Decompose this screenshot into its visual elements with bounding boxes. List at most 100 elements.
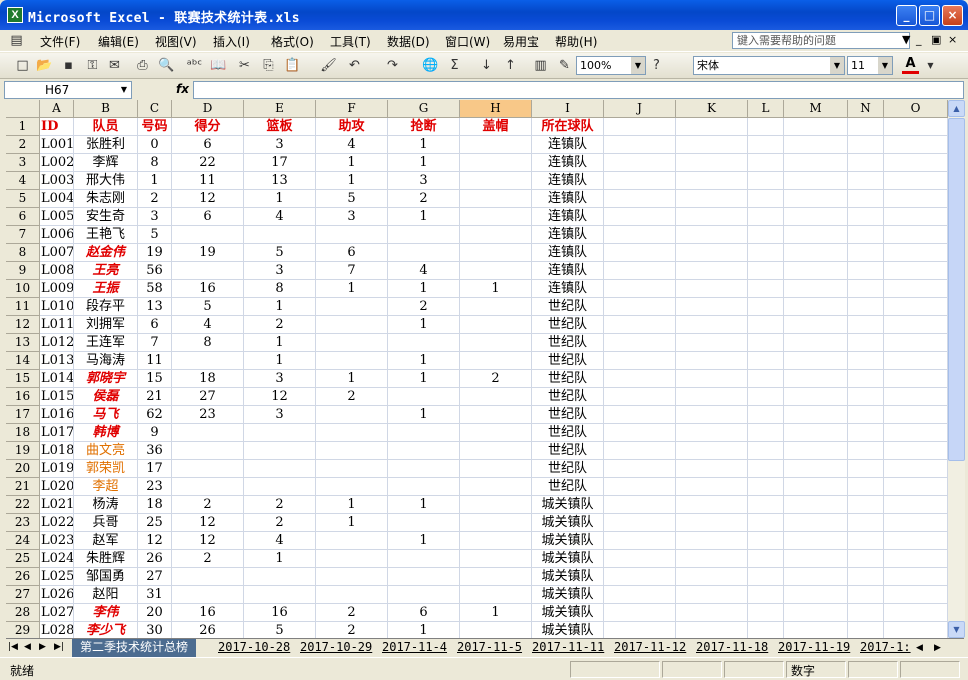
table-cell[interactable]: 1 — [316, 154, 388, 172]
table-cell[interactable] — [172, 478, 244, 496]
redo-icon[interactable]: ↷ — [384, 57, 401, 74]
table-cell[interactable] — [676, 136, 748, 154]
table-cell[interactable]: 4 — [244, 208, 316, 226]
row-header[interactable]: 27 — [6, 586, 40, 604]
table-cell[interactable] — [884, 442, 948, 460]
table-cell[interactable]: 王连军 — [74, 334, 138, 352]
table-cell[interactable]: L019 — [40, 460, 74, 478]
table-cell[interactable] — [676, 514, 748, 532]
table-cell[interactable] — [388, 388, 460, 406]
table-cell[interactable]: 城关镇队 — [532, 532, 604, 550]
table-cell[interactable] — [460, 172, 532, 190]
table-cell[interactable]: 5 — [138, 226, 172, 244]
table-cell[interactable] — [604, 388, 676, 406]
table-cell[interactable] — [460, 226, 532, 244]
minimize-button[interactable]: _ — [896, 5, 917, 26]
table-cell[interactable] — [388, 550, 460, 568]
table-cell[interactable] — [316, 334, 388, 352]
table-cell[interactable]: 2 — [172, 496, 244, 514]
row-header[interactable]: 12 — [6, 316, 40, 334]
table-cell[interactable]: 连镇队 — [532, 280, 604, 298]
table-cell[interactable]: 马海涛 — [74, 352, 138, 370]
table-cell[interactable] — [748, 478, 784, 496]
table-cell[interactable]: 连镇队 — [532, 154, 604, 172]
table-cell[interactable] — [604, 424, 676, 442]
table-cell[interactable]: 李超 — [74, 478, 138, 496]
table-cell[interactable] — [784, 550, 848, 568]
table-cell[interactable]: 邹国勇 — [74, 568, 138, 586]
table-cell[interactable] — [884, 154, 948, 172]
table-cell[interactable] — [604, 370, 676, 388]
table-cell[interactable]: 7 — [316, 262, 388, 280]
table-cell[interactable] — [460, 568, 532, 586]
table-cell[interactable] — [748, 532, 784, 550]
table-cell[interactable] — [604, 136, 676, 154]
table-cell[interactable] — [884, 226, 948, 244]
chevron-down-icon[interactable]: ▼ — [631, 57, 645, 74]
table-cell[interactable]: 2 — [244, 316, 316, 334]
table-cell[interactable] — [676, 460, 748, 478]
table-cell[interactable] — [676, 280, 748, 298]
name-box[interactable]: H67 ▼ — [4, 81, 132, 99]
table-cell[interactable]: 1 — [388, 352, 460, 370]
format-painter-icon[interactable]: 🖌 — [320, 57, 337, 74]
table-cell[interactable]: 连镇队 — [532, 262, 604, 280]
table-cell[interactable] — [244, 568, 316, 586]
table-cell[interactable]: 韩博 — [74, 424, 138, 442]
table-cell[interactable] — [460, 406, 532, 424]
table-cell[interactable] — [848, 136, 884, 154]
table-cell[interactable] — [676, 298, 748, 316]
table-cell[interactable] — [748, 136, 784, 154]
print-preview-icon[interactable]: 🔍 — [158, 57, 175, 74]
sheet-tab[interactable]: 2017-10-28 — [210, 639, 298, 657]
table-cell[interactable] — [884, 244, 948, 262]
table-cell[interactable]: 1 — [316, 514, 388, 532]
table-cell[interactable] — [748, 442, 784, 460]
table-cell[interactable] — [316, 460, 388, 478]
row-header[interactable]: 8 — [6, 244, 40, 262]
table-cell[interactable] — [848, 298, 884, 316]
scroll-down-icon[interactable]: ▼ — [948, 621, 965, 638]
table-cell[interactable]: 6 — [172, 136, 244, 154]
table-cell[interactable]: 郭荣凯 — [74, 460, 138, 478]
table-cell[interactable] — [316, 568, 388, 586]
table-cell[interactable] — [884, 136, 948, 154]
table-cell[interactable] — [848, 478, 884, 496]
table-cell[interactable]: 8 — [172, 334, 244, 352]
table-cell[interactable]: 3 — [244, 370, 316, 388]
help-dropdown-icon[interactable]: ▼ — [902, 33, 910, 46]
table-cell[interactable] — [884, 298, 948, 316]
menu-data[interactable]: 数据(D) — [387, 33, 430, 50]
table-cell[interactable] — [784, 352, 848, 370]
table-cell[interactable] — [748, 496, 784, 514]
table-cell[interactable] — [748, 604, 784, 622]
sheet-tab[interactable]: 2017-11-19 — [770, 639, 858, 657]
table-cell[interactable] — [676, 586, 748, 604]
table-cell[interactable]: 4 — [388, 262, 460, 280]
table-cell[interactable]: 王振 — [74, 280, 138, 298]
column-header[interactable]: D — [172, 100, 244, 118]
table-cell[interactable] — [848, 316, 884, 334]
font-color-dropdown-icon[interactable]: ▼ — [922, 57, 939, 74]
table-cell[interactable] — [848, 370, 884, 388]
table-cell[interactable] — [604, 604, 676, 622]
table-cell[interactable]: 23 — [138, 478, 172, 496]
table-cell[interactable]: 李辉 — [74, 154, 138, 172]
spreadsheet-grid[interactable]: A B C D E F G H I J K L M N O 1 ID 队员 号码 得分 篮板 助攻 抢断 盖帽 所在球队 2 L00… — [6, 100, 948, 638]
drawing-icon[interactable]: ✎ — [556, 57, 573, 74]
table-cell[interactable] — [604, 514, 676, 532]
table-cell[interactable]: 2 — [172, 550, 244, 568]
sheet-tab[interactable]: 2017-11-5 — [449, 639, 530, 657]
menu-tools[interactable]: 工具(T) — [330, 33, 371, 50]
table-cell[interactable]: 12 — [172, 190, 244, 208]
table-cell[interactable]: 6 — [138, 316, 172, 334]
row-header[interactable]: 28 — [6, 604, 40, 622]
row-header[interactable]: 22 — [6, 496, 40, 514]
row-header[interactable]: 2 — [6, 136, 40, 154]
formula-input[interactable] — [193, 81, 964, 99]
table-cell[interactable]: ID — [40, 118, 74, 136]
table-cell[interactable]: 1 — [316, 496, 388, 514]
permission-icon[interactable]: ⚿ — [84, 57, 101, 74]
table-cell[interactable] — [784, 280, 848, 298]
table-cell[interactable] — [676, 442, 748, 460]
